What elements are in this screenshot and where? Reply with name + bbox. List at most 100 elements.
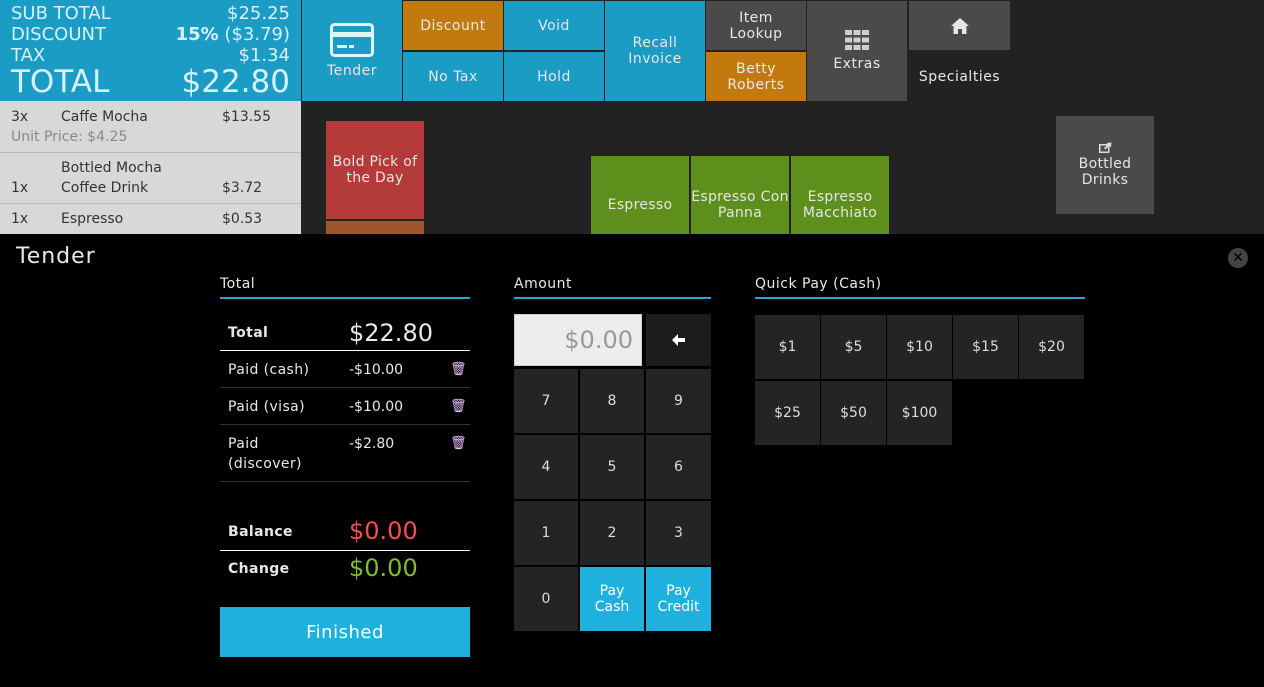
recall-invoice-label-line1: Recall bbox=[632, 35, 678, 51]
balance-label: Balance bbox=[228, 524, 293, 540]
product-tile-bold-pick[interactable]: Bold Pick of the Day bbox=[326, 121, 424, 219]
customer-label-line1: Betty bbox=[736, 60, 776, 77]
keypad-0[interactable]: 0 bbox=[514, 567, 578, 631]
recall-invoice-label-line2: Invoice bbox=[628, 51, 682, 67]
divider bbox=[220, 350, 470, 351]
product-tile-espresso-macchiato[interactable]: Espresso Macchiato bbox=[791, 156, 889, 234]
tender-button-label: Tender bbox=[327, 62, 377, 79]
keypad-9[interactable]: 9 bbox=[646, 369, 711, 433]
product-tile-label-line2: the Day bbox=[346, 170, 404, 186]
order-item-name: Caffe Mocha bbox=[61, 109, 148, 125]
divider bbox=[220, 424, 470, 425]
total-value: $22.80 bbox=[181, 64, 290, 100]
payment-label: Paid (cash) bbox=[228, 362, 310, 378]
home-button[interactable] bbox=[909, 1, 1010, 50]
backspace-button[interactable] bbox=[646, 314, 711, 366]
discount-button[interactable]: Discount bbox=[403, 1, 503, 50]
pay-credit-button[interactable]: Pay Credit bbox=[646, 567, 711, 631]
payment-row: Paid (visa) -$10.00 🗑 bbox=[220, 399, 470, 423]
item-lookup-label-line2: Lookup bbox=[729, 25, 783, 42]
recall-invoice-button[interactable]: Recall Invoice bbox=[605, 1, 705, 101]
hold-button[interactable]: Hold bbox=[504, 52, 604, 101]
order-item-name-line1: Bottled Mocha bbox=[61, 160, 162, 176]
product-tile-partial[interactable] bbox=[326, 221, 424, 234]
payment-row: Paid (cash) -$10.00 🗑 bbox=[220, 362, 470, 386]
trash-icon[interactable]: 🗑 bbox=[450, 362, 467, 377]
order-item[interactable]: 3x Caffe Mocha $13.55 Unit Price: $4.25 bbox=[0, 101, 301, 153]
home-icon bbox=[950, 17, 969, 34]
quick-pay-10[interactable]: $10 bbox=[887, 315, 952, 379]
balance-row: Balance $0.00 bbox=[220, 517, 470, 549]
pay-cash-label-line2: Cash bbox=[594, 599, 630, 615]
discount-label: DISCOUNT bbox=[11, 24, 106, 45]
discount-value-group: 15% ($3.79) bbox=[176, 25, 290, 45]
order-summary: SUB TOTAL $25.25 DISCOUNT 15% ($3.79) TA… bbox=[0, 0, 301, 101]
quick-pay-25[interactable]: $25 bbox=[755, 381, 820, 445]
divider bbox=[220, 387, 470, 388]
product-tile-espresso-con-panna[interactable]: Espresso Con Panna bbox=[691, 156, 789, 234]
change-row: Change $0.00 bbox=[220, 554, 470, 586]
finished-button[interactable]: Finished bbox=[220, 607, 470, 657]
quick-pay-20[interactable]: $20 bbox=[1019, 315, 1084, 379]
item-lookup-button[interactable]: Item Lookup bbox=[706, 1, 806, 50]
keypad-5[interactable]: 5 bbox=[580, 435, 644, 499]
tax-row: TAX $1.34 bbox=[11, 46, 290, 66]
subtotal-value: $25.25 bbox=[227, 3, 290, 24]
tender-total-value: $22.80 bbox=[349, 319, 433, 347]
quick-pay-100[interactable]: $100 bbox=[887, 381, 952, 445]
void-button[interactable]: Void bbox=[504, 1, 604, 50]
quick-pay-1[interactable]: $1 bbox=[755, 315, 820, 379]
pay-cash-button[interactable]: Pay Cash bbox=[580, 567, 644, 631]
change-label: Change bbox=[228, 561, 290, 577]
dialog-title: Tender bbox=[16, 244, 96, 269]
divider bbox=[220, 481, 470, 482]
category-tile-bottled-drinks[interactable]: Bottled Drinks bbox=[1056, 116, 1154, 214]
balance-value: $0.00 bbox=[349, 517, 418, 545]
payment-amount: -$2.80 bbox=[349, 436, 395, 452]
product-tile-label: Bold Pick of the Day bbox=[333, 154, 418, 186]
trash-icon[interactable]: 🗑 bbox=[450, 436, 467, 451]
quick-pay-15[interactable]: $15 bbox=[953, 315, 1018, 379]
tender-dialog: Tender ✕ Total Total $22.80 Paid (cash) … bbox=[0, 234, 1264, 687]
trash-icon[interactable]: 🗑 bbox=[450, 399, 467, 414]
no-tax-button-label: No Tax bbox=[428, 68, 478, 85]
keypad-2[interactable]: 2 bbox=[580, 501, 644, 565]
keypad-6[interactable]: 6 bbox=[646, 435, 711, 499]
divider bbox=[220, 550, 470, 551]
keypad-4[interactable]: 4 bbox=[514, 435, 578, 499]
arrow-left-icon bbox=[671, 334, 685, 346]
pay-credit-label-line1: Pay bbox=[666, 583, 691, 599]
tax-value: $1.34 bbox=[238, 45, 290, 66]
order-list: 3x Caffe Mocha $13.55 Unit Price: $4.25 … bbox=[0, 101, 301, 234]
keypad-1[interactable]: 1 bbox=[514, 501, 578, 565]
keypad-3[interactable]: 3 bbox=[646, 501, 711, 565]
discount-percent: 15% bbox=[175, 24, 219, 45]
product-tile-label-line2: Panna bbox=[717, 205, 763, 221]
payment-amount: -$10.00 bbox=[349, 362, 404, 378]
subtotal-row: SUB TOTAL $25.25 bbox=[11, 4, 290, 24]
order-item-unit-price: Unit Price: $4.25 bbox=[11, 129, 128, 145]
quick-pay-50[interactable]: $50 bbox=[821, 381, 886, 445]
keypad-8[interactable]: 8 bbox=[580, 369, 644, 433]
order-item[interactable]: 1x Espresso $0.53 bbox=[0, 204, 301, 234]
amount-column-header: Amount bbox=[514, 276, 711, 299]
order-item[interactable]: Bottled Mocha 1x Coffee Drink $3.72 bbox=[0, 153, 301, 204]
customer-button[interactable]: Betty Roberts bbox=[706, 52, 806, 101]
discount-row: DISCOUNT 15% ($3.79) bbox=[11, 25, 290, 45]
keypad-7[interactable]: 7 bbox=[514, 369, 578, 433]
discount-button-label: Discount bbox=[420, 17, 486, 34]
share-icon bbox=[1098, 142, 1111, 153]
close-icon[interactable]: ✕ bbox=[1228, 248, 1248, 268]
extras-button[interactable]: Extras bbox=[807, 1, 907, 101]
no-tax-button[interactable]: No Tax bbox=[403, 52, 503, 101]
order-item-name: Espresso bbox=[61, 211, 124, 227]
hold-button-label: Hold bbox=[537, 68, 571, 85]
product-tile-espresso[interactable]: Espresso bbox=[591, 156, 689, 234]
subtotal-label: SUB TOTAL bbox=[11, 3, 111, 24]
tender-button[interactable]: Tender bbox=[302, 0, 402, 101]
tab-specialties[interactable]: Specialties bbox=[909, 52, 1010, 101]
order-item-qty: 3x bbox=[11, 109, 29, 125]
amount-input[interactable]: $0.00 bbox=[514, 314, 642, 366]
product-tile-label-line1: Espresso Con bbox=[691, 189, 789, 205]
quick-pay-5[interactable]: $5 bbox=[821, 315, 886, 379]
